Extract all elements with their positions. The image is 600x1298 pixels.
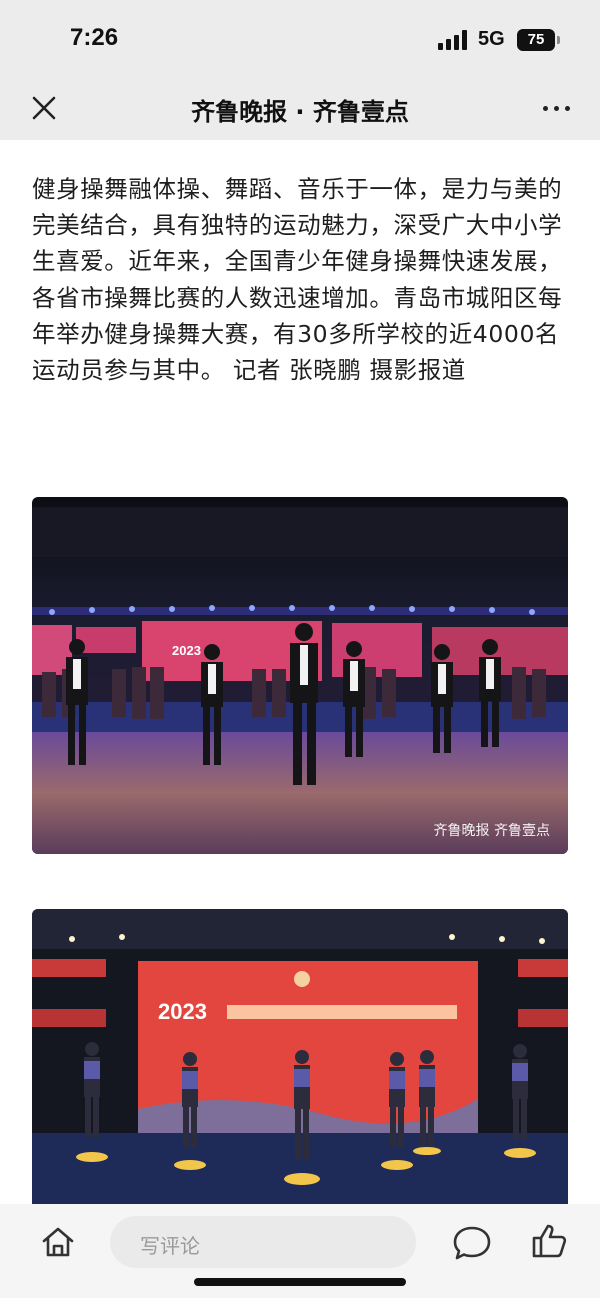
comment-input[interactable]: 写评论	[110, 1216, 416, 1268]
page-title: 齐鲁晚报 · 齐鲁壹点	[191, 98, 409, 126]
article-paragraph: 健身操舞融体操、舞蹈、音乐于一体，是力与美的完美结合，具有独特的运动魅力，深受广…	[32, 175, 563, 385]
svg-text:2023: 2023	[172, 643, 201, 658]
bottom-action-bar: 写评论	[0, 1204, 600, 1298]
article-photo-dancers[interactable]: 2023 齐鲁晚报 齐鲁壹点	[32, 497, 568, 854]
status-time: 7:26	[70, 24, 119, 51]
article-photo-competition[interactable]: 2023	[32, 909, 568, 1204]
photo-1-image: 2023	[32, 497, 568, 854]
article-content: 健身操舞融体操、舞蹈、音乐于一体，是力与美的完美结合，具有独特的运动魅力，深受广…	[0, 140, 600, 1204]
nav-bar: 齐鲁晚报 · 齐鲁壹点	[0, 78, 600, 140]
battery-level: 75	[527, 31, 545, 48]
home-icon[interactable]	[40, 1224, 76, 1260]
photo-2-image: 2023	[32, 909, 568, 1204]
more-icon[interactable]	[540, 94, 574, 122]
banner-year: 2023	[158, 999, 207, 1024]
battery-icon: 75	[517, 29, 560, 51]
network-label: 5G	[478, 28, 505, 50]
chat-bubble-icon[interactable]	[452, 1224, 492, 1262]
close-icon[interactable]	[30, 94, 58, 122]
home-indicator	[194, 1278, 406, 1286]
comment-placeholder: 写评论	[140, 1234, 200, 1258]
photo-watermark: 齐鲁晚报 齐鲁壹点	[433, 823, 550, 839]
status-bar: 7:26 5G 75	[0, 0, 600, 78]
thumbs-up-icon[interactable]	[530, 1222, 568, 1260]
signal-icon	[438, 30, 470, 50]
